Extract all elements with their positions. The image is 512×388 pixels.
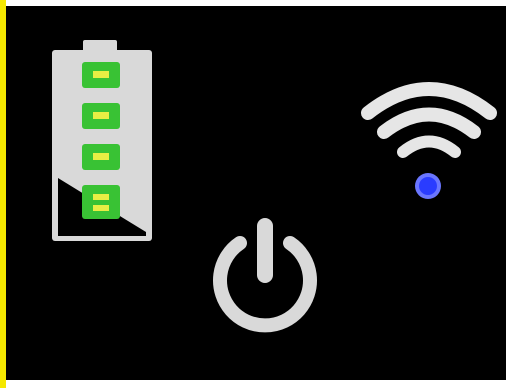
status-icons-canvas: [52, 40, 497, 333]
wifi-arc-inner: [397, 135, 461, 158]
power-icon: [213, 218, 317, 333]
battery-bar-highlight: [93, 205, 109, 211]
wifi-icon: [361, 82, 497, 158]
battery-bar-highlight: [93, 194, 109, 200]
left-border: [0, 0, 6, 388]
device-status-screen: [0, 0, 512, 388]
right-border: [506, 0, 512, 388]
status-led-core: [419, 177, 437, 195]
battery-bar-highlight: [93, 71, 109, 78]
wifi-arc-middle: [377, 107, 481, 139]
bottom-border: [0, 380, 512, 388]
battery-bar-highlight: [93, 112, 109, 119]
battery-bar-highlight: [93, 153, 109, 160]
status-led-icon: [415, 173, 441, 199]
battery-icon: [52, 40, 152, 241]
battery-bar: [82, 185, 120, 219]
top-border: [0, 0, 512, 6]
